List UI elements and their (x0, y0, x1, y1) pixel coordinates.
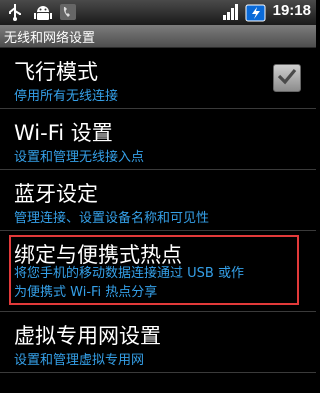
settings-item-title: 飞行模式 (14, 60, 98, 84)
settings-item-subtitle: 停用所有无线连接 (14, 89, 119, 104)
settings-list: 飞行模式 停用所有无线连接 Wi-Fi 设置 设置和管理无线接入点 蓝牙设定 管… (0, 48, 316, 373)
checkmark-icon (277, 67, 297, 89)
signal-icon (222, 3, 240, 25)
window-title-bar: 无线和网络设置 (0, 25, 316, 48)
airplane-mode-checkbox[interactable] (273, 64, 301, 92)
settings-item-bluetooth[interactable]: 蓝牙设定 管理连接、设置设备名称和可见性 (0, 170, 316, 231)
usb-icon (7, 3, 23, 25)
status-time: 19:18 (272, 2, 311, 19)
phone-icon (59, 3, 77, 25)
subtitle-line: 为便携式 Wi-Fi 热点分享 (14, 285, 158, 300)
android-debug-icon (33, 3, 53, 27)
settings-item-subtitle: 设置和管理虚拟专用网 (14, 353, 145, 368)
settings-item-subtitle: 设置和管理无线接入点 (14, 150, 145, 165)
settings-item-subtitle: 管理连接、设置设备名称和可见性 (14, 211, 210, 226)
window-title: 无线和网络设置 (4, 31, 96, 46)
settings-item-airplane-mode[interactable]: 飞行模式 停用所有无线连接 (0, 48, 316, 109)
settings-item-title: Wi-Fi 设置 (14, 121, 113, 145)
status-bar: 19:18 (0, 0, 316, 25)
subtitle-line: 将您手机的移动数据连接通过 USB 或作 (14, 266, 244, 281)
settings-item-title: 蓝牙设定 (14, 182, 98, 206)
settings-item-vpn[interactable]: 虚拟专用网设置 设置和管理虚拟专用网 (0, 312, 316, 373)
settings-item-subtitle: 将您手机的移动数据连接通过 USB 或作 为便携式 Wi-Fi 热点分享 (14, 264, 244, 302)
settings-item-tethering-hotspot[interactable]: 绑定与便携式热点 将您手机的移动数据连接通过 USB 或作 为便携式 Wi-Fi… (0, 231, 316, 312)
settings-item-title: 虚拟专用网设置 (14, 324, 161, 348)
settings-item-wifi[interactable]: Wi-Fi 设置 设置和管理无线接入点 (0, 109, 316, 170)
battery-charging-icon (245, 3, 267, 27)
